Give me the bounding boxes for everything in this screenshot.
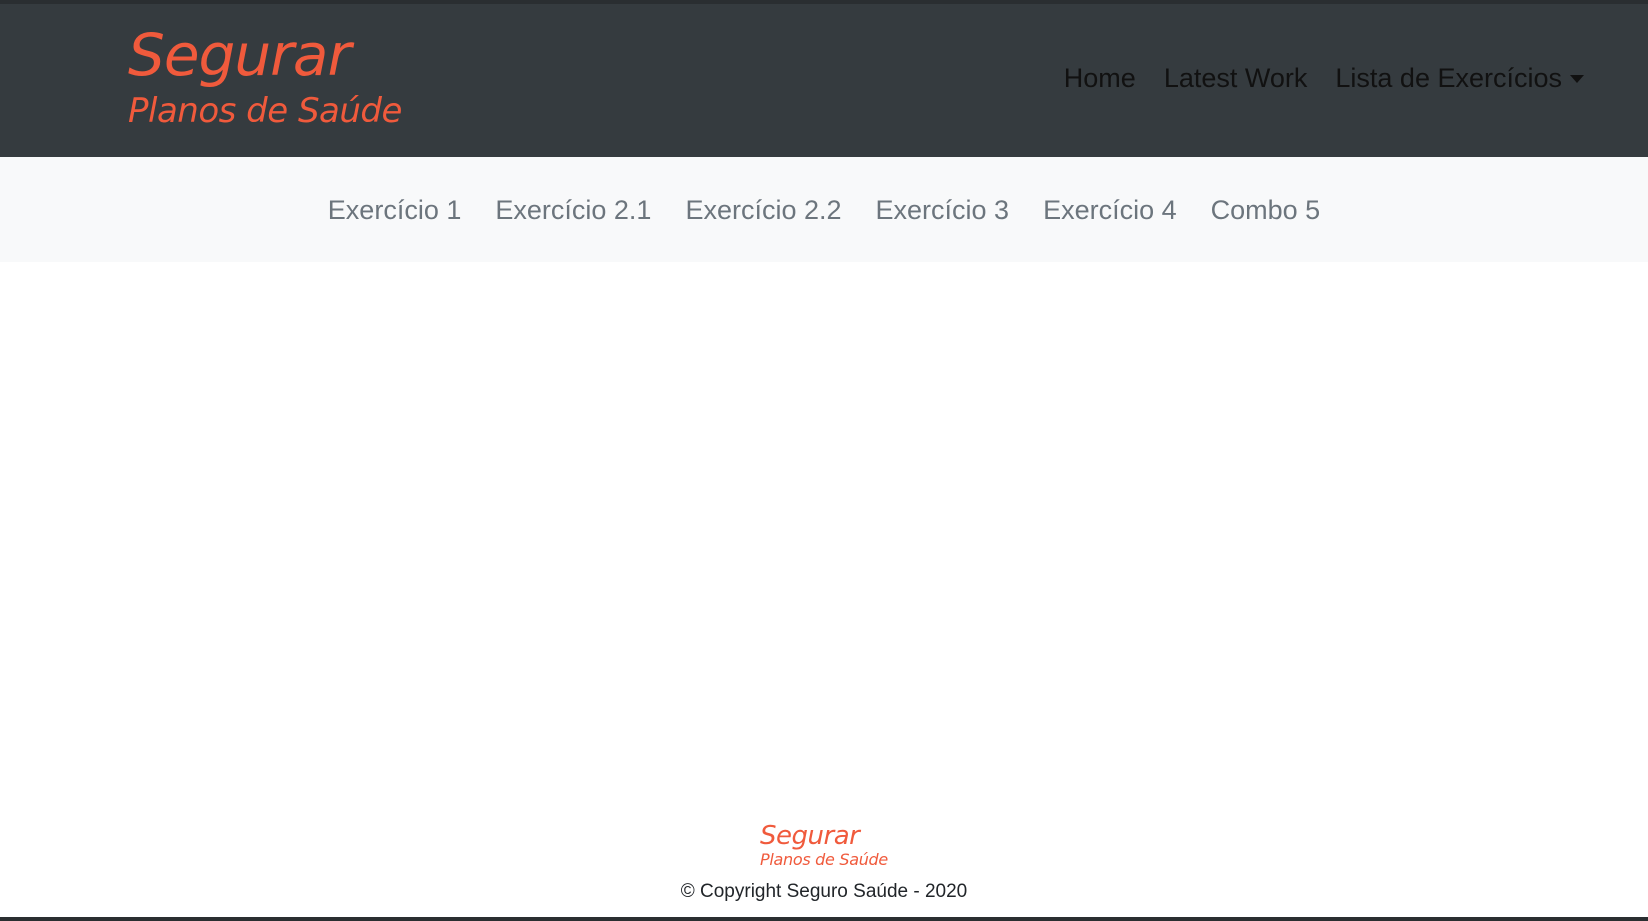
nav-lista-exercicios-label: Lista de Exercícios (1335, 63, 1562, 93)
nav-home-link[interactable]: Home (1064, 60, 1136, 96)
page: Segurar Planos de Saúde Home Latest Work… (0, 0, 1648, 921)
footer-logo: Segurar Planos de Saúde (760, 822, 888, 870)
exercise-subnav: Exercício 1 Exercício 2.1 Exercício 2.2 … (0, 157, 1648, 262)
subnav-combo-5-link[interactable]: Combo 5 (1211, 192, 1321, 228)
nav-lista-exercicios-dropdown[interactable]: Lista de Exercícios (1335, 60, 1584, 96)
nav-latest-work-link[interactable]: Latest Work (1164, 60, 1308, 96)
brand-logo-line1: Segurar (128, 21, 351, 89)
brand-logo[interactable]: Segurar Planos de Saúde (128, 22, 402, 132)
top-navbar: Segurar Planos de Saúde Home Latest Work… (0, 4, 1648, 157)
subnav-exercicio-2-2-link[interactable]: Exercício 2.2 (685, 192, 841, 228)
brand-logo-line2: Planos de Saúde (128, 91, 402, 131)
copyright-text: © Copyright Seguro Saúde - 2020 (680, 881, 968, 902)
footer-logo-line1: Segurar (760, 821, 860, 851)
caret-down-icon (1570, 75, 1584, 83)
main-nav: Home Latest Work Lista de Exercícios (1036, 60, 1584, 96)
subnav-exercicio-3-link[interactable]: Exercício 3 (876, 192, 1010, 228)
subnav-exercicio-2-1-link[interactable]: Exercício 2.1 (495, 192, 651, 228)
footer: Segurar Planos de Saúde © Copyright Segu… (0, 822, 1648, 904)
subnav-exercicio-4-link[interactable]: Exercício 4 (1043, 192, 1177, 228)
footer-logo-line2: Planos de Saúde (760, 850, 888, 869)
main-content (0, 262, 1648, 802)
subnav-exercicio-1-link[interactable]: Exercício 1 (328, 192, 462, 228)
window-bottom-border (0, 917, 1648, 921)
